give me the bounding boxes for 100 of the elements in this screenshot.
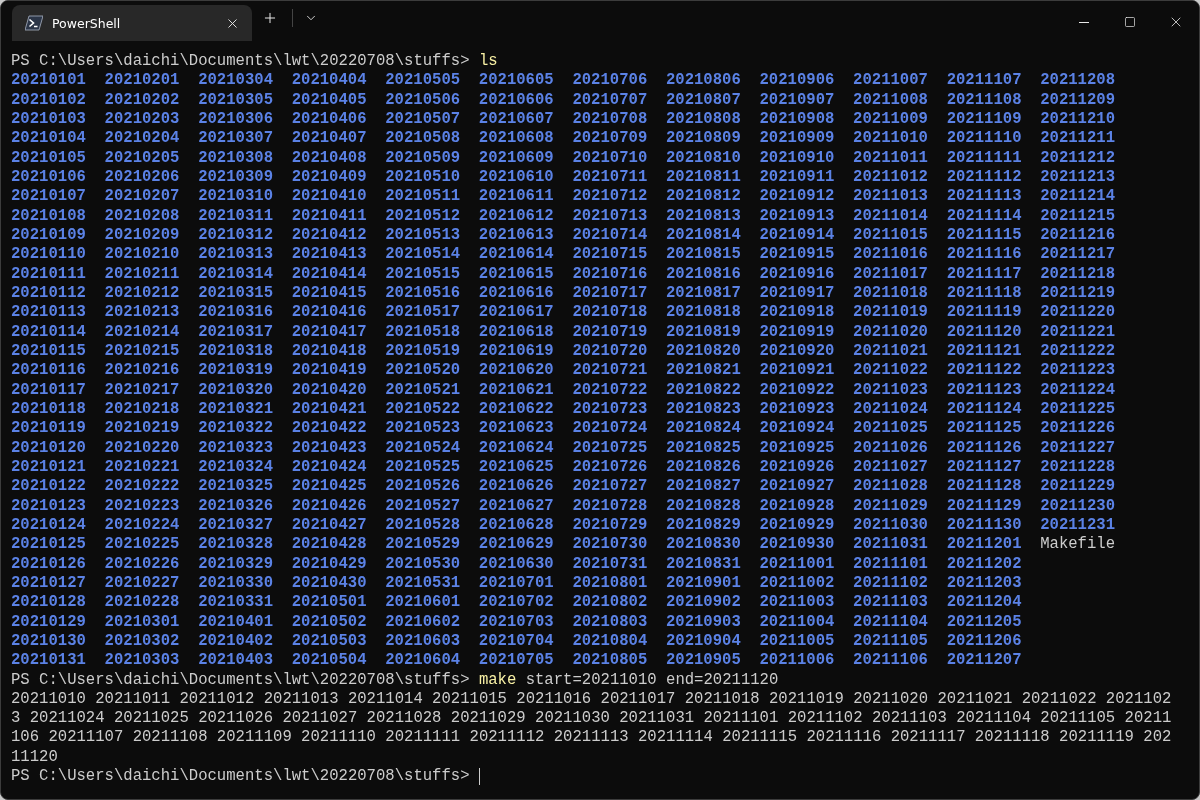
directory-name: 20211222	[1040, 341, 1117, 362]
directory-name: 20210627	[478, 496, 555, 516]
directory-name: 20210223	[104, 496, 181, 516]
directory-name: 20211113	[946, 187, 1023, 207]
directory-name: 20210308	[198, 148, 274, 168]
directory-name: 20210119	[11, 419, 87, 439]
directory-name: 20210203	[104, 110, 181, 130]
directory-name: 20210811	[665, 167, 742, 188]
directory-name: 20210530	[385, 554, 462, 574]
directory-name: 20211229	[1040, 477, 1117, 497]
directory-name: 20211006	[759, 651, 836, 671]
directory-name: 20210521	[385, 380, 462, 400]
directory-name: 20210328	[198, 535, 274, 555]
directory-name: 20210327	[198, 515, 274, 536]
directory-name: 20210310	[198, 187, 274, 207]
directory-name: 20211130	[946, 515, 1023, 536]
directory-name: 20211230	[1040, 496, 1117, 516]
directory-name: 20210920	[759, 341, 836, 362]
directory-name: 20210326	[198, 496, 274, 516]
directory-name: 20211109	[946, 110, 1023, 130]
directory-name: 20211227	[1040, 438, 1117, 458]
directory-name: 20210625	[478, 457, 555, 478]
directory-name: 20211213	[1040, 167, 1117, 188]
directory-name: 20211002	[759, 573, 836, 594]
directory-name: 20210507	[385, 110, 462, 130]
directory-name: 20210115	[11, 341, 87, 362]
directory-name: 20210719	[572, 322, 649, 342]
directory-name: 20211125	[946, 419, 1023, 439]
directory-name: 20210208	[104, 206, 181, 226]
directory-name: 20211215	[1040, 206, 1117, 226]
directory-name: 20211128	[946, 477, 1023, 497]
directory-name: 20211020	[853, 322, 929, 342]
directory-name: 20210612	[478, 206, 555, 226]
directory-name: 20210127	[11, 573, 87, 594]
directory-name: 20210827	[665, 477, 742, 497]
directory-name: 20210717	[572, 283, 649, 304]
directory-name: 20210912	[759, 187, 836, 207]
directory-name: 20210213	[104, 303, 181, 323]
directory-name: 20210930	[759, 535, 836, 555]
directory-name: 20211010	[853, 129, 929, 149]
directory-name: 20210629	[478, 535, 555, 555]
directory-name: 20210720	[572, 341, 649, 362]
directory-name: 20210412	[291, 225, 368, 246]
directory-name: 20210403	[198, 651, 274, 671]
directory-name: 20210402	[198, 631, 274, 652]
directory-name: 20210916	[759, 264, 836, 284]
directory-name: 20210818	[665, 303, 742, 323]
directory-name: 20211106	[853, 651, 929, 671]
directory-name: 20210413	[291, 245, 368, 265]
directory-name: 20210904	[665, 631, 742, 652]
directory-name: 20210728	[572, 496, 649, 516]
directory-name: 20210314	[198, 264, 274, 284]
directory-name: 20210905	[665, 651, 742, 671]
directory-name: 20211024	[853, 399, 929, 420]
directory-name: 20210919	[759, 322, 836, 342]
directory-name: 20210426	[291, 496, 368, 516]
directory-name: 20211218	[1040, 264, 1117, 284]
directory-name: 20210202	[104, 90, 181, 110]
directory-name: 20211205	[946, 612, 1023, 632]
directory-name: 20210725	[572, 438, 649, 458]
directory-name: 20211231	[1040, 515, 1117, 536]
directory-name: 20211122	[946, 361, 1023, 381]
directory-name: 20211023	[853, 380, 929, 400]
directory-name: 20210518	[385, 322, 462, 342]
directory-name: 20211011	[853, 148, 929, 168]
directory-name: 20210703	[478, 612, 555, 632]
directory-name: 20210910	[759, 148, 836, 168]
directory-name: 20210118	[11, 399, 87, 420]
terminal-tab[interactable]: PowerShell	[12, 5, 252, 41]
directory-name: 20210407	[291, 129, 368, 149]
directory-name: 20210924	[759, 419, 836, 439]
directory-name: 20210108	[11, 206, 87, 226]
directory-name: 20210618	[478, 322, 555, 342]
directory-name: 20210215	[104, 341, 181, 362]
directory-name: 20210519	[385, 341, 462, 362]
directory-name: 20210624	[478, 438, 555, 458]
directory-name: 20210107	[11, 187, 87, 207]
directory-name: 20210619	[478, 341, 555, 362]
directory-name: 20210323	[198, 438, 274, 458]
argument-text: start=20211010 end=20211120	[525, 670, 779, 690]
directory-name: 20210814	[665, 225, 742, 246]
directory-name: 20211214	[1040, 187, 1117, 207]
directory-name: 20210504	[291, 651, 368, 671]
directory-name: 20211026	[853, 438, 929, 458]
directory-name: 20211207	[946, 651, 1023, 671]
directory-name: 20210901	[665, 573, 742, 594]
directory-name: 20210809	[665, 129, 742, 149]
directory-name: 20211117	[946, 264, 1023, 284]
directory-name: 20210804	[572, 631, 649, 652]
directory-name: 20211104	[853, 612, 929, 632]
directory-name: 20210831	[665, 554, 742, 574]
directory-name: 20211208	[1040, 71, 1117, 91]
directory-name: 20210416	[291, 303, 368, 323]
directory-name: 20211030	[853, 515, 929, 536]
directory-name: 20210209	[104, 225, 181, 246]
directory-name: 20210615	[478, 264, 555, 284]
directory-name: 20210401	[198, 612, 274, 632]
directory-name: 20211211	[1040, 129, 1117, 149]
directory-name: 20210702	[478, 593, 555, 613]
prompt-text: PS C:\Users\daichi\Documents\lwt\20220708\stuffs>	[11, 52, 470, 72]
